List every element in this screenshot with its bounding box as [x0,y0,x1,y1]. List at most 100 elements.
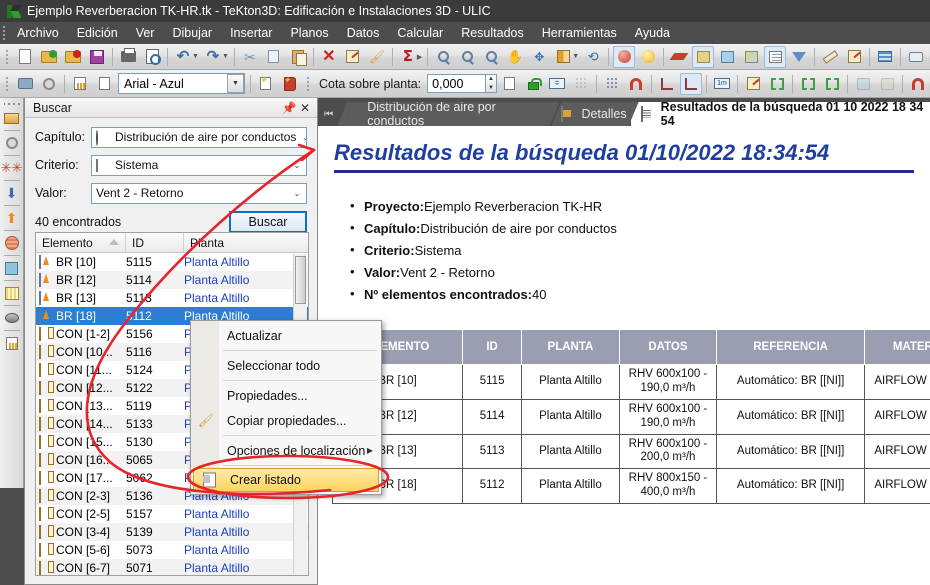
new-file-icon[interactable] [14,46,36,68]
move-3d-icon[interactable] [852,73,874,95]
context-menu-item-seleccionar-todo[interactable]: Seleccionar todo [191,353,381,378]
vtoolbar-grip[interactable] [3,100,20,107]
return-grille-icon[interactable]: ⬇ [1,182,23,204]
coil-icon[interactable] [1,282,23,304]
menu-grip[interactable] [0,25,8,41]
cota-stepper[interactable]: ▲ ▼ [486,74,497,93]
save-icon[interactable] [86,46,108,68]
menu-insertar[interactable]: Insertar [221,24,281,42]
criterio-combo[interactable]: Sistema ⌄ [91,154,307,176]
hidden-level-icon[interactable] [570,73,592,95]
magnet-red-icon[interactable] [907,73,929,95]
list-item[interactable]: BR [13] 5113 Planta Altillo [36,289,308,307]
ortho-icon[interactable] [656,73,678,95]
transparent-cube-icon[interactable] [740,46,762,68]
select-region-icon[interactable] [797,73,819,95]
duct-tool-icon[interactable] [1,107,23,129]
menu-herramientas[interactable]: Herramientas [533,24,626,42]
new-style-icon[interactable]: ✦ [255,73,277,95]
polar-tracking-icon[interactable] [680,72,702,95]
pin-icon[interactable]: 📌 [281,100,297,116]
filter-icon[interactable] [788,46,810,68]
annotation-text-icon[interactable] [843,46,865,68]
menu-ver[interactable]: Ver [127,24,164,42]
orbit-icon[interactable]: ⟲ [582,46,604,68]
glass-cube-icon[interactable] [716,46,738,68]
menu-edicion[interactable]: Edición [68,24,127,42]
copy-format-brush-icon[interactable]: 🖌 [366,46,388,68]
print-preview-icon[interactable] [141,46,163,68]
print-icon[interactable] [117,46,139,68]
context-menu-item-actualizar[interactable]: Actualizar [191,323,381,348]
rotate-3d-icon[interactable] [876,73,898,95]
edit-properties-icon[interactable] [342,46,364,68]
air-unit-icon[interactable] [1,257,23,279]
refresh-level-icon[interactable] [498,73,520,95]
dashed-region-icon[interactable] [766,73,788,95]
comment-icon[interactable] [905,46,927,68]
tab-detalles[interactable]: Detalles [551,102,638,126]
grid-page-icon[interactable] [69,73,91,95]
menu-calcular[interactable]: Calcular [388,24,452,42]
chevron-down-icon[interactable]: ▼ [226,74,244,93]
supply-grille-icon[interactable]: ⬆ [1,207,23,229]
context-menu-item-propiedades[interactable]: Propiedades... [191,383,381,408]
fan-tool-icon[interactable] [1,132,23,154]
document-page-icon[interactable] [93,73,115,95]
chevron-down-icon[interactable]: ⌄ [288,161,306,170]
layers-icon[interactable] [874,46,896,68]
open-folder-red-icon[interactable] [62,46,84,68]
context-menu-item-opciones-de-localizaci-n[interactable]: Opciones de localización ▶ [191,438,381,463]
diffuser-tool-icon[interactable]: ✳✳ [1,157,23,179]
chevron-down-icon[interactable]: ⌄ [288,189,306,198]
list-item[interactable]: CON [6-7] 5071 Planta Altillo [36,559,308,575]
valor-combo[interactable]: Vent 2 - Retorno ⌄ [91,182,307,204]
scale-1m-icon[interactable]: 1m [711,73,733,95]
edit-text-icon[interactable] [742,73,764,95]
lock-level-icon[interactable] [522,73,544,95]
close-icon[interactable]: ✕ [297,100,313,116]
cut-icon[interactable]: ✂ [239,46,261,68]
zoom-extents-icon[interactable]: ✥ [528,46,550,68]
solid-cube-icon[interactable] [692,45,715,68]
render-sphere-icon[interactable] [613,45,636,68]
list-item[interactable]: CON [5-6] 5073 Planta Altillo [36,541,308,559]
silencer-icon[interactable] [1,307,23,329]
copy-icon[interactable] [263,46,286,68]
menu-datos[interactable]: Datos [338,24,389,42]
toolbar-grip-1[interactable] [2,47,11,67]
style-library-icon[interactable]: ✦ [279,73,301,95]
font-style-combo[interactable]: Arial - Azul ▼ [118,73,245,94]
capitulo-combo[interactable]: Distribución de aire por conductos ⌄ [91,126,307,148]
plane-icon[interactable] [668,46,690,68]
column-header-id[interactable]: ID [126,233,184,252]
delete-icon[interactable]: ✕ [318,46,340,68]
zoom-window-icon[interactable] [432,46,454,68]
menu-resultados[interactable]: Resultados [452,24,533,42]
pan-hand-icon[interactable]: ✋ [504,46,526,68]
tab-distribucion-aire[interactable]: Distribución de aire por conductos [337,102,559,126]
magnet-snap-icon[interactable] [625,73,647,95]
sun-light-icon[interactable] [637,46,659,68]
grid-snap-icon[interactable] [601,73,623,95]
redo-icon[interactable]: ↷ [202,46,224,68]
list-item[interactable]: CON [2-5] 5157 Planta Altillo [36,505,308,523]
cota-input[interactable]: 0,000 [427,74,486,93]
menu-ayuda[interactable]: Ayuda [626,24,679,42]
deselect-region-icon[interactable] [821,73,843,95]
print-setup-icon[interactable] [14,73,36,95]
first-tab-icon[interactable]: ⏮ [320,102,337,126]
scrollbar-thumb[interactable] [295,256,306,304]
list-item[interactable]: BR [10] 5115 Planta Altillo [36,253,308,271]
search-button[interactable]: Buscar [229,211,307,233]
menu-planos[interactable]: Planos [281,24,337,42]
frame-view-icon[interactable] [764,45,787,68]
list-item[interactable]: BR [12] 5114 Planta Altillo [36,271,308,289]
measure-ruler-icon[interactable] [819,46,841,68]
context-menu-item-crear-listado[interactable]: Crear listado [193,468,379,492]
column-header-elemento[interactable]: Elemento [36,233,126,252]
layer-settings-icon[interactable] [38,73,60,95]
tab-resultados-busqueda[interactable]: Resultados de la búsqueda 01 10 2022 18 … [630,100,930,128]
list-item[interactable]: CON [3-4] 5139 Planta Altillo [36,523,308,541]
report-icon[interactable] [1,332,23,354]
